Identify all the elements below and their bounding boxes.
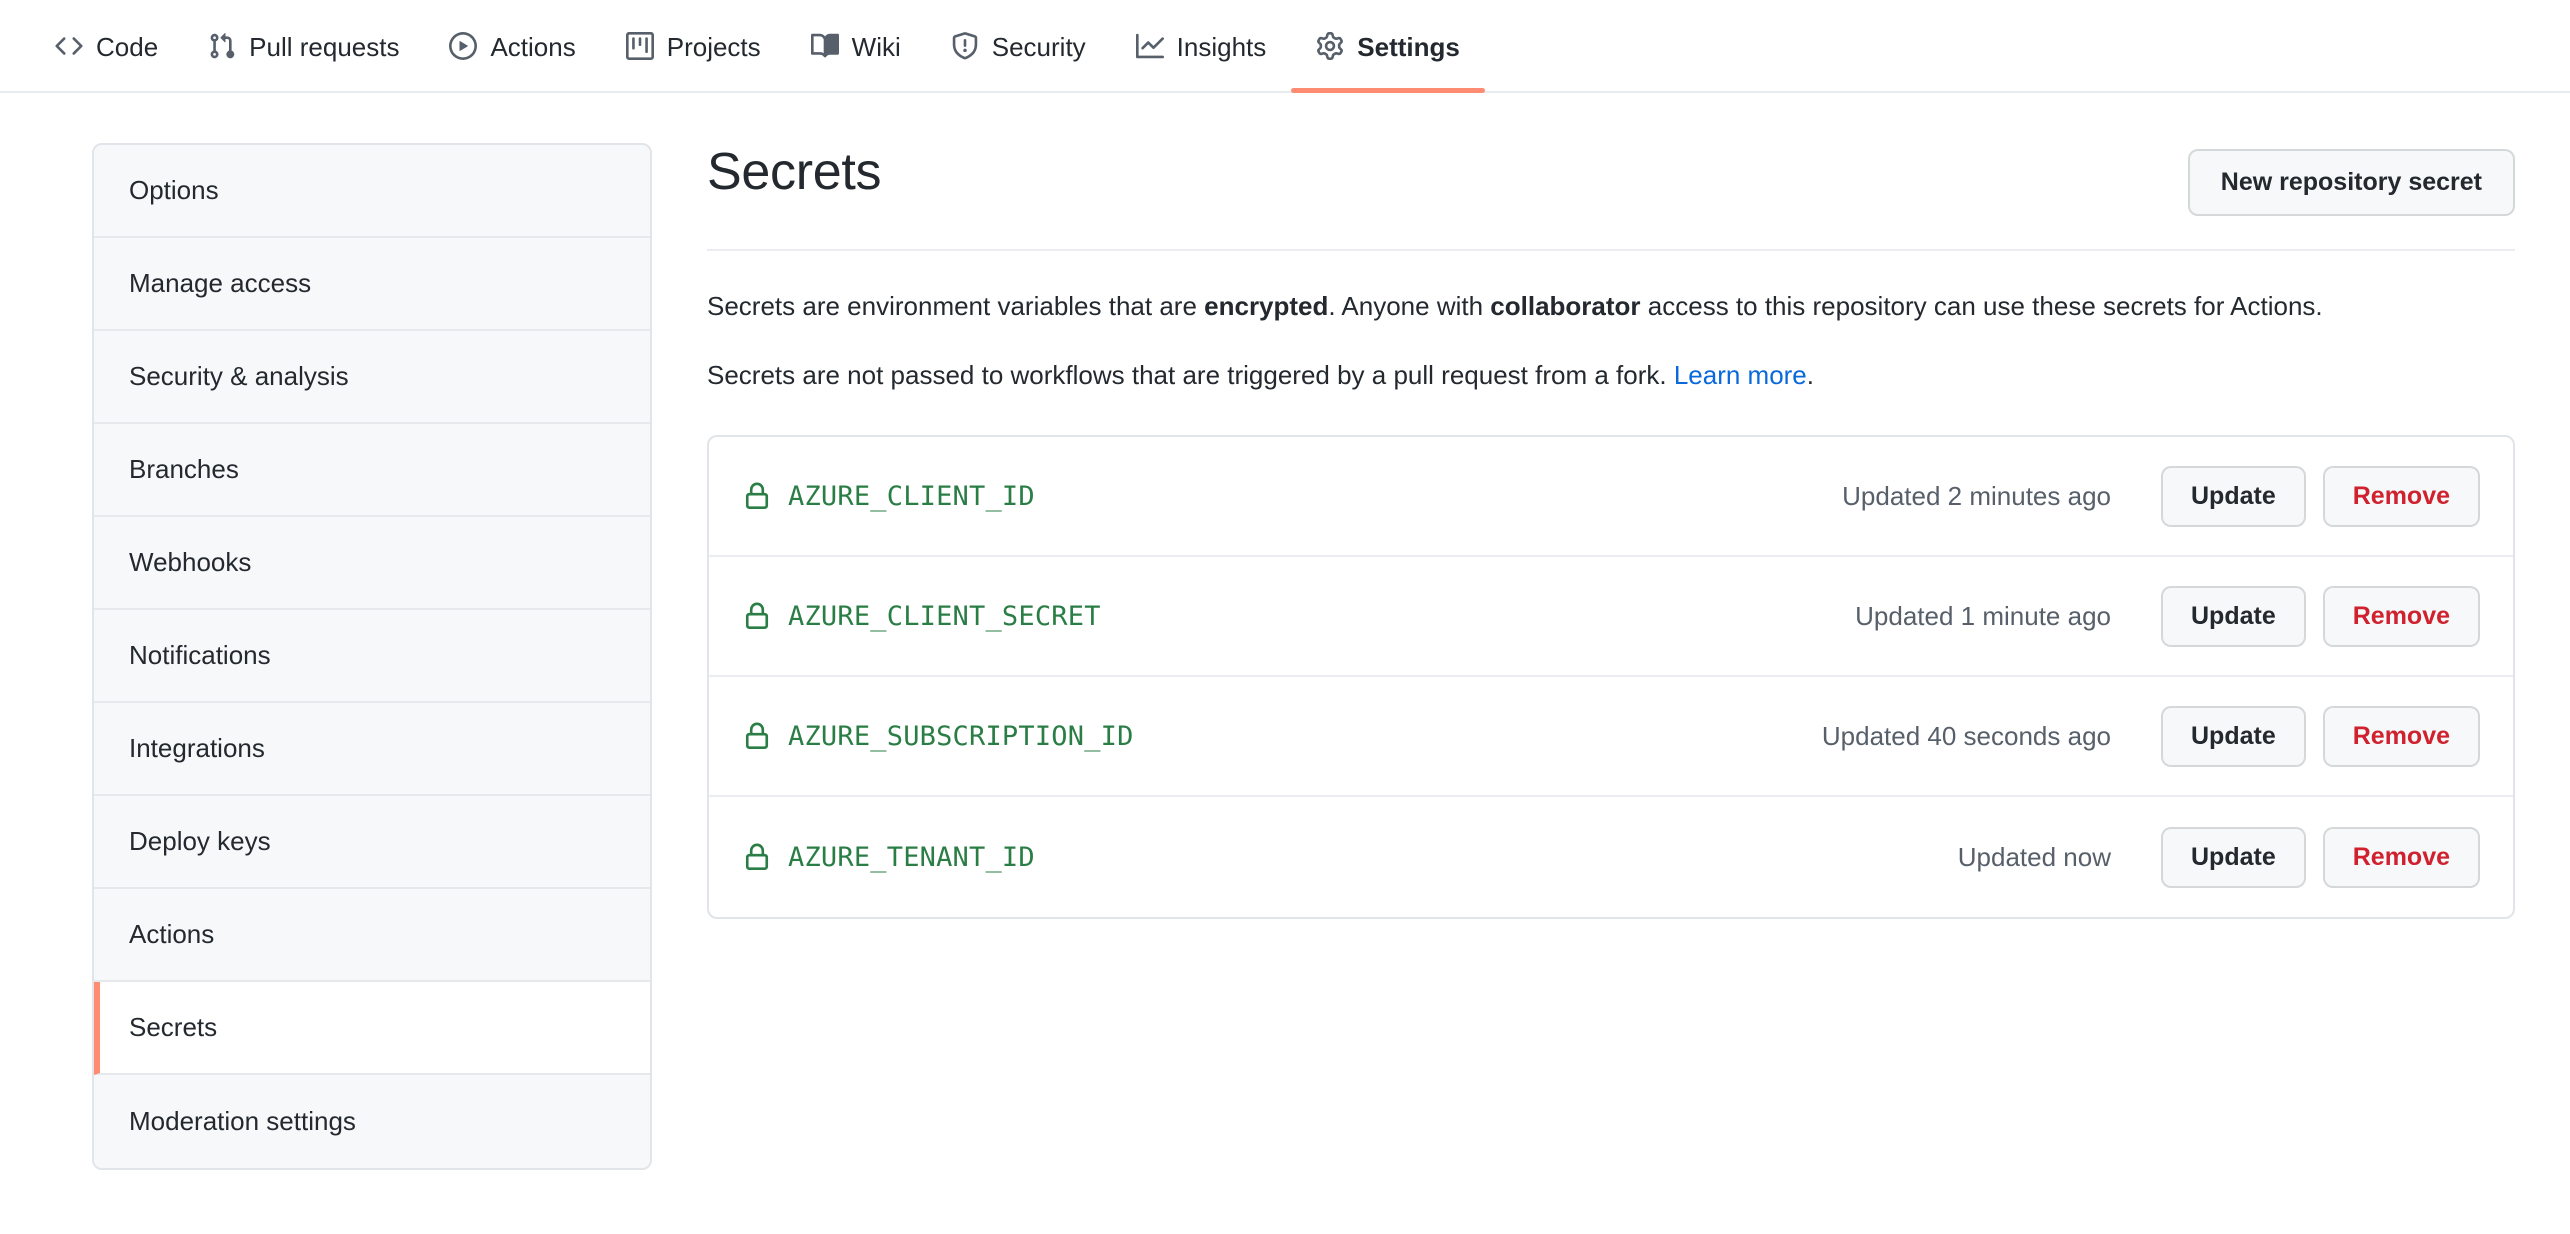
sidebar-item-label: Manage access (129, 268, 312, 298)
remove-secret-button[interactable]: Remove (2322, 705, 2480, 767)
lock-icon (742, 601, 772, 631)
secret-row-actions: Update Remove (2161, 826, 2480, 888)
secret-name-link[interactable]: AZURE_CLIENT_SECRET (788, 601, 1101, 632)
sidebar-item-secrets[interactable]: Secrets (94, 982, 650, 1075)
secrets-description-secondary: Secrets are not passed to workflows that… (707, 356, 2515, 395)
remove-secret-button[interactable]: Remove (2322, 465, 2480, 527)
desc1-part1: Secrets are environment variables that a… (707, 291, 1205, 321)
desc1-part2: . Anyone with (1328, 291, 1491, 321)
secret-name-link[interactable]: AZURE_CLIENT_ID (788, 481, 1035, 512)
secret-row: AZURE_CLIENT_SECRET Updated 1 minute ago U… (709, 557, 2513, 677)
sidebar-item-label: Secrets (129, 1012, 218, 1042)
desc1-part3: access to this repository can use these … (1640, 291, 2323, 321)
update-secret-button[interactable]: Update (2161, 465, 2306, 527)
main-content: Secrets New repository secret Secrets ar… (652, 143, 2570, 1170)
secret-name-link[interactable]: AZURE_TENANT_ID (788, 842, 1035, 873)
sidebar-item-notifications[interactable]: Notifications (94, 610, 650, 703)
sidebar-item-actions[interactable]: Actions (94, 889, 650, 982)
secret-row: AZURE_TENANT_ID Updated now Update Remove (709, 797, 2513, 917)
nav-item-label: Settings (1357, 31, 1460, 62)
sidebar-item-label: Integrations (129, 733, 265, 763)
sidebar-item-label: Webhooks (129, 547, 252, 577)
secret-row-actions: Update Remove (2161, 585, 2480, 647)
sidebar-item-label: Security & analysis (129, 361, 349, 391)
sidebar-item-label: Notifications (129, 640, 271, 670)
nav-item-code[interactable]: Code (30, 0, 183, 91)
git-pull-request-icon (208, 32, 236, 60)
shield-icon (951, 31, 979, 60)
gear-icon (1316, 31, 1344, 60)
learn-more-link[interactable]: Learn more (1674, 360, 1807, 390)
secrets-list: AZURE_CLIENT_ID Updated 2 minutes ago Upda… (707, 435, 2515, 919)
nav-item-label: Code (96, 31, 159, 62)
repository-nav: Code Pull requests Actions Projects Wiki Secu… (0, 0, 2570, 93)
code-icon (55, 32, 83, 60)
secret-row: AZURE_SUBSCRIPTION_ID Updated 40 seconds … (709, 677, 2513, 797)
desc2-part2: . (1806, 360, 1815, 390)
desc1-bold-collaborator: collaborator (1490, 291, 1641, 321)
content-header: Secrets New repository secret (707, 143, 2515, 251)
sidebar-item-deploy-keys[interactable]: Deploy keys (94, 796, 650, 889)
secret-name-link[interactable]: AZURE_SUBSCRIPTION_ID (788, 721, 1134, 752)
sidebar-item-moderation-settings[interactable]: Moderation settings (94, 1075, 650, 1168)
nav-item-actions[interactable]: Actions (424, 0, 600, 91)
secret-updated-timestamp: Updated 2 minutes ago (1842, 480, 2111, 511)
lock-icon (742, 721, 772, 751)
nav-item-label: Insights (1176, 31, 1267, 62)
remove-secret-button[interactable]: Remove (2322, 826, 2480, 888)
sidebar-item-label: Actions (129, 919, 215, 949)
sidebar-item-label: Options (129, 175, 219, 205)
sidebar-item-manage-access[interactable]: Manage access (94, 238, 650, 331)
lock-icon (742, 481, 772, 511)
new-repository-secret-button[interactable]: New repository secret (2187, 149, 2515, 216)
project-board-icon (625, 31, 654, 60)
sidebar-item-integrations[interactable]: Integrations (94, 703, 650, 796)
secret-row-actions: Update Remove (2161, 705, 2480, 767)
sidebar-item-webhooks[interactable]: Webhooks (94, 517, 650, 610)
sidebar-item-security-analysis[interactable]: Security & analysis (94, 331, 650, 424)
nav-item-label: Pull requests (249, 31, 400, 62)
desc1-bold-encrypted: encrypted (1204, 291, 1329, 321)
update-secret-button[interactable]: Update (2161, 705, 2306, 767)
lock-icon (742, 842, 772, 872)
nav-item-pull-requests[interactable]: Pull requests (183, 0, 424, 91)
update-secret-button[interactable]: Update (2161, 826, 2306, 888)
desc2-part1: Secrets are not passed to workflows that… (707, 360, 1674, 390)
secret-updated-timestamp: Updated 1 minute ago (1855, 600, 2111, 631)
nav-item-wiki[interactable]: Wiki (786, 0, 926, 91)
secret-row-actions: Update Remove (2161, 465, 2480, 527)
nav-item-settings[interactable]: Settings (1291, 0, 1485, 93)
remove-secret-button[interactable]: Remove (2322, 585, 2480, 647)
update-secret-button[interactable]: Update (2161, 585, 2306, 647)
sidebar-item-options[interactable]: Options (94, 145, 650, 238)
nav-item-label: Projects (666, 31, 761, 62)
secrets-description-primary: Secrets are environment variables that a… (707, 287, 2515, 326)
secret-updated-timestamp: Updated now (1957, 841, 2111, 872)
book-icon (810, 32, 839, 60)
settings-sidebar: Options Manage access Security & analysis B… (92, 143, 652, 1170)
nav-item-label: Wiki (851, 31, 901, 62)
sidebar-item-label: Branches (129, 454, 239, 484)
nav-item-projects[interactable]: Projects (601, 0, 786, 91)
page-title: Secrets (707, 143, 882, 201)
nav-item-label: Security (991, 31, 1086, 62)
secret-updated-timestamp: Updated 40 seconds ago (1821, 720, 2111, 751)
play-icon (449, 31, 478, 60)
sidebar-item-label: Deploy keys (129, 826, 271, 856)
nav-item-label: Actions (490, 31, 576, 62)
secret-row: AZURE_CLIENT_ID Updated 2 minutes ago Upda… (709, 437, 2513, 557)
nav-item-security[interactable]: Security (926, 0, 1111, 91)
page-body: Options Manage access Security & analysis B… (0, 93, 2570, 1170)
sidebar-item-label: Moderation settings (129, 1106, 356, 1136)
nav-item-insights[interactable]: Insights (1111, 0, 1292, 91)
sidebar-item-branches[interactable]: Branches (94, 424, 650, 517)
graph-icon (1135, 32, 1164, 60)
